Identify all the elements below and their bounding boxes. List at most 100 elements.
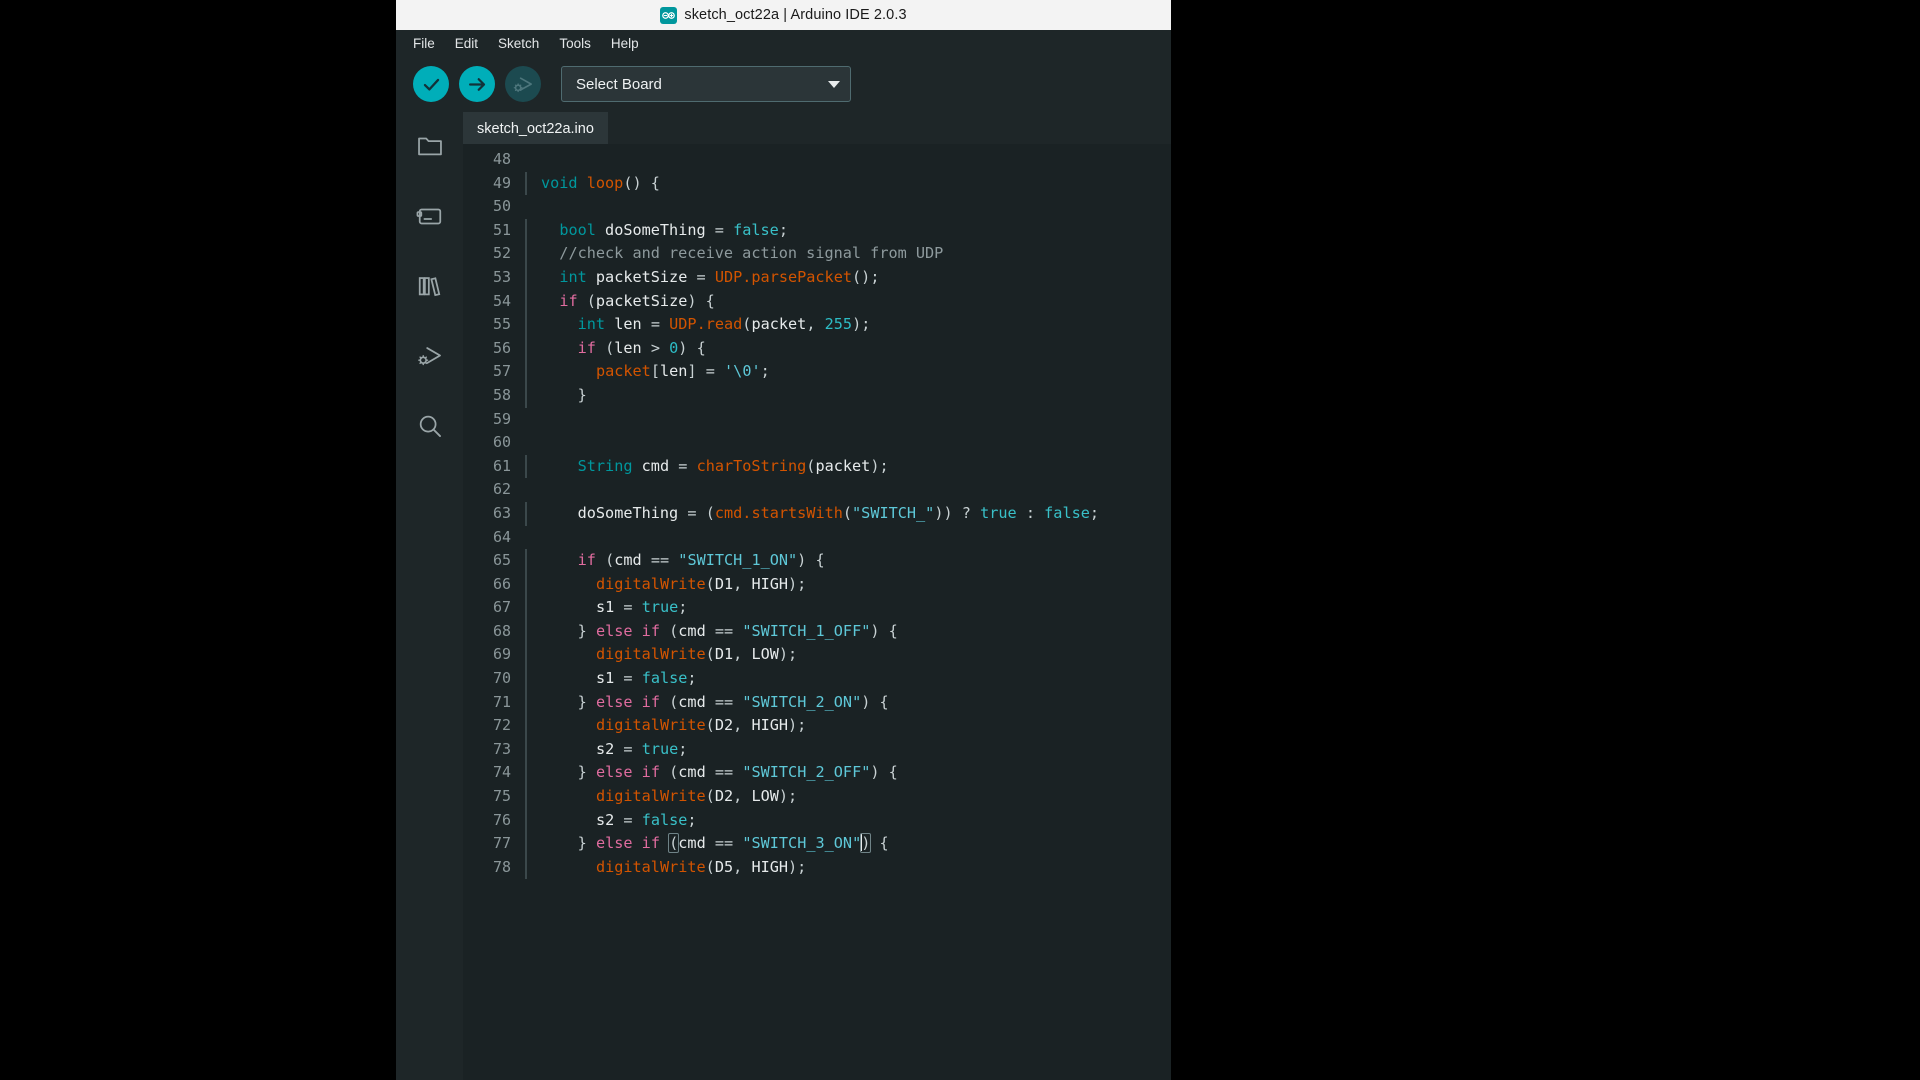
code-text[interactable]: String cmd = charToString(packet);	[525, 454, 1171, 479]
code-line[interactable]: 56 if (len > 0) {	[463, 336, 1171, 361]
debug-icon[interactable]	[412, 338, 448, 374]
line-number: 66	[492, 574, 511, 593]
line-number: 71	[492, 692, 511, 711]
code-text[interactable]: s2 = false;	[525, 808, 1171, 833]
code-text[interactable]: void loop() {	[525, 171, 1171, 196]
upload-button[interactable]	[459, 66, 495, 102]
code-line[interactable]: 58 }	[463, 383, 1171, 408]
line-number: 73	[492, 739, 511, 758]
code-line[interactable]: 75 digitalWrite(D2, LOW);	[463, 785, 1171, 809]
code-text[interactable]: int len = UDP.read(packet, 255);	[525, 313, 1171, 337]
code-text[interactable]: digitalWrite(D2, HIGH);	[525, 714, 1171, 738]
tab-sketch-ino[interactable]: sketch_oct22a.ino	[463, 112, 608, 144]
code-line[interactable]: 78 digitalWrite(D5, HIGH);	[463, 855, 1171, 880]
code-text[interactable]: packet[len] = '\0';	[525, 360, 1171, 384]
code-line[interactable]: 49 void loop() {	[463, 171, 1171, 196]
code-text[interactable]: digitalWrite(D5, HIGH);	[525, 855, 1171, 880]
ide-body: sketch_oct22a.ino 48 49 void loop() {50 51 …	[396, 112, 1171, 1080]
code-line[interactable]: 61 String cmd = charToString(packet);	[463, 454, 1171, 479]
line-number: 50	[492, 197, 511, 216]
code-line[interactable]: 57 packet[len] = '\0';	[463, 360, 1171, 384]
code-text[interactable]: int packetSize = UDP.parsePacket();	[525, 265, 1171, 290]
code-line[interactable]: 50	[463, 195, 1171, 219]
code-text[interactable]: bool doSomeThing = false;	[525, 218, 1171, 243]
menu-item-edit[interactable]: Edit	[446, 33, 487, 54]
board-select-dropdown[interactable]: Select Board	[561, 66, 851, 102]
line-number: 62	[492, 480, 511, 499]
title-bar: sketch_oct22a | Arduino IDE 2.0.3	[396, 0, 1171, 30]
code-text[interactable]: digitalWrite(D1, HIGH);	[525, 572, 1171, 597]
line-number: 72	[492, 716, 511, 735]
code-line[interactable]: 52 //check and receive action signal fro…	[463, 242, 1171, 266]
activity-bar	[396, 112, 463, 1080]
line-number: 56	[492, 338, 511, 357]
library-manager-icon[interactable]	[412, 268, 448, 304]
line-number: 75	[492, 787, 511, 806]
menu-item-sketch[interactable]: Sketch	[489, 33, 548, 54]
line-number: 63	[492, 503, 511, 522]
debug-button[interactable]	[505, 66, 541, 102]
boards-manager-icon[interactable]	[412, 198, 448, 234]
code-text[interactable]: } else if (cmd == "SWITCH_1_OFF") {	[525, 619, 1171, 644]
verify-button[interactable]	[413, 66, 449, 102]
code-line[interactable]: 68 } else if (cmd == "SWITCH_1_OFF") {	[463, 619, 1171, 644]
code-text[interactable]: digitalWrite(D1, LOW);	[525, 643, 1171, 668]
code-line[interactable]: 67 s1 = true;	[463, 596, 1171, 620]
board-select-label: Select Board	[576, 75, 662, 93]
code-line[interactable]: 76 s2 = false;	[463, 808, 1171, 833]
code-line[interactable]: 70 s1 = false;	[463, 667, 1171, 691]
menu-item-help[interactable]: Help	[602, 33, 648, 54]
code-text[interactable]: if (packetSize) {	[525, 289, 1171, 314]
code-line[interactable]: 59	[463, 408, 1171, 432]
code-line[interactable]: 66 digitalWrite(D1, HIGH);	[463, 572, 1171, 597]
check-icon	[423, 78, 439, 91]
search-icon[interactable]	[412, 408, 448, 444]
code-line[interactable]: 53 int packetSize = UDP.parsePacket();	[463, 265, 1171, 290]
arduino-ide-window: sketch_oct22a | Arduino IDE 2.0.3 File E…	[396, 0, 1171, 1080]
code-line[interactable]: 60	[463, 431, 1171, 455]
code-line[interactable]: 73 s2 = true;	[463, 737, 1171, 762]
arrow-right-icon	[468, 77, 485, 91]
code-text[interactable]: //check and receive action signal from U…	[525, 242, 1171, 266]
chevron-down-icon	[828, 80, 840, 88]
code-text[interactable]: digitalWrite(D2, LOW);	[525, 785, 1171, 809]
code-text[interactable]: if (cmd == "SWITCH_1_ON") {	[525, 549, 1171, 573]
code-text[interactable]: doSomeThing = (cmd.startsWith("SWITCH_")…	[525, 501, 1171, 526]
code-text[interactable]: } else if (cmd == "SWITCH_2_ON") {	[525, 690, 1171, 715]
code-line[interactable]: 55 int len = UDP.read(packet, 255);	[463, 313, 1171, 337]
code-text[interactable]: } else if (cmd == "SWITCH_3_ON") {	[525, 832, 1171, 856]
code-text[interactable]: s2 = true;	[525, 737, 1171, 762]
line-number: 51	[492, 220, 511, 239]
code-text[interactable]: s1 = false;	[525, 667, 1171, 691]
code-line[interactable]: 71 } else if (cmd == "SWITCH_2_ON") {	[463, 690, 1171, 715]
code-text[interactable]: if (len > 0) {	[525, 336, 1171, 361]
code-line[interactable]: 54 if (packetSize) {	[463, 289, 1171, 314]
line-number: 78	[492, 857, 511, 876]
line-number: 59	[492, 409, 511, 428]
code-line[interactable]: 74 } else if (cmd == "SWITCH_2_OFF") {	[463, 761, 1171, 786]
sketchbook-icon[interactable]	[412, 128, 448, 164]
menu-bar: File Edit Sketch Tools Help	[396, 30, 1171, 56]
screen: sketch_oct22a | Arduino IDE 2.0.3 File E…	[0, 0, 1920, 1080]
code-text[interactable]: s1 = true;	[525, 596, 1171, 620]
toolbar: Select Board	[396, 56, 1171, 112]
line-number: 76	[492, 810, 511, 829]
debug-play-bug-icon	[513, 76, 532, 92]
code-line[interactable]: 64	[463, 526, 1171, 550]
menu-item-tools[interactable]: Tools	[550, 33, 600, 54]
code-text[interactable]: }	[525, 383, 1171, 408]
code-line[interactable]: 72 digitalWrite(D2, HIGH);	[463, 714, 1171, 738]
line-number: 57	[492, 362, 511, 381]
line-number: 54	[492, 291, 511, 310]
code-line[interactable]: 51 bool doSomeThing = false;	[463, 218, 1171, 243]
code-editor[interactable]: 48 49 void loop() {50 51 bool doSomeThing =…	[463, 144, 1171, 1080]
code-line[interactable]: 62	[463, 478, 1171, 502]
code-text[interactable]: } else if (cmd == "SWITCH_2_OFF") {	[525, 761, 1171, 786]
line-number: 77	[492, 834, 511, 853]
code-line[interactable]: 63 doSomeThing = (cmd.startsWith("SWITCH…	[463, 501, 1171, 526]
code-line[interactable]: 77 } else if (cmd == "SWITCH_3_ON") {	[463, 832, 1171, 856]
menu-item-file[interactable]: File	[404, 33, 444, 54]
code-line[interactable]: 48	[463, 148, 1171, 172]
code-line[interactable]: 69 digitalWrite(D1, LOW);	[463, 643, 1171, 668]
code-line[interactable]: 65 if (cmd == "SWITCH_1_ON") {	[463, 549, 1171, 573]
